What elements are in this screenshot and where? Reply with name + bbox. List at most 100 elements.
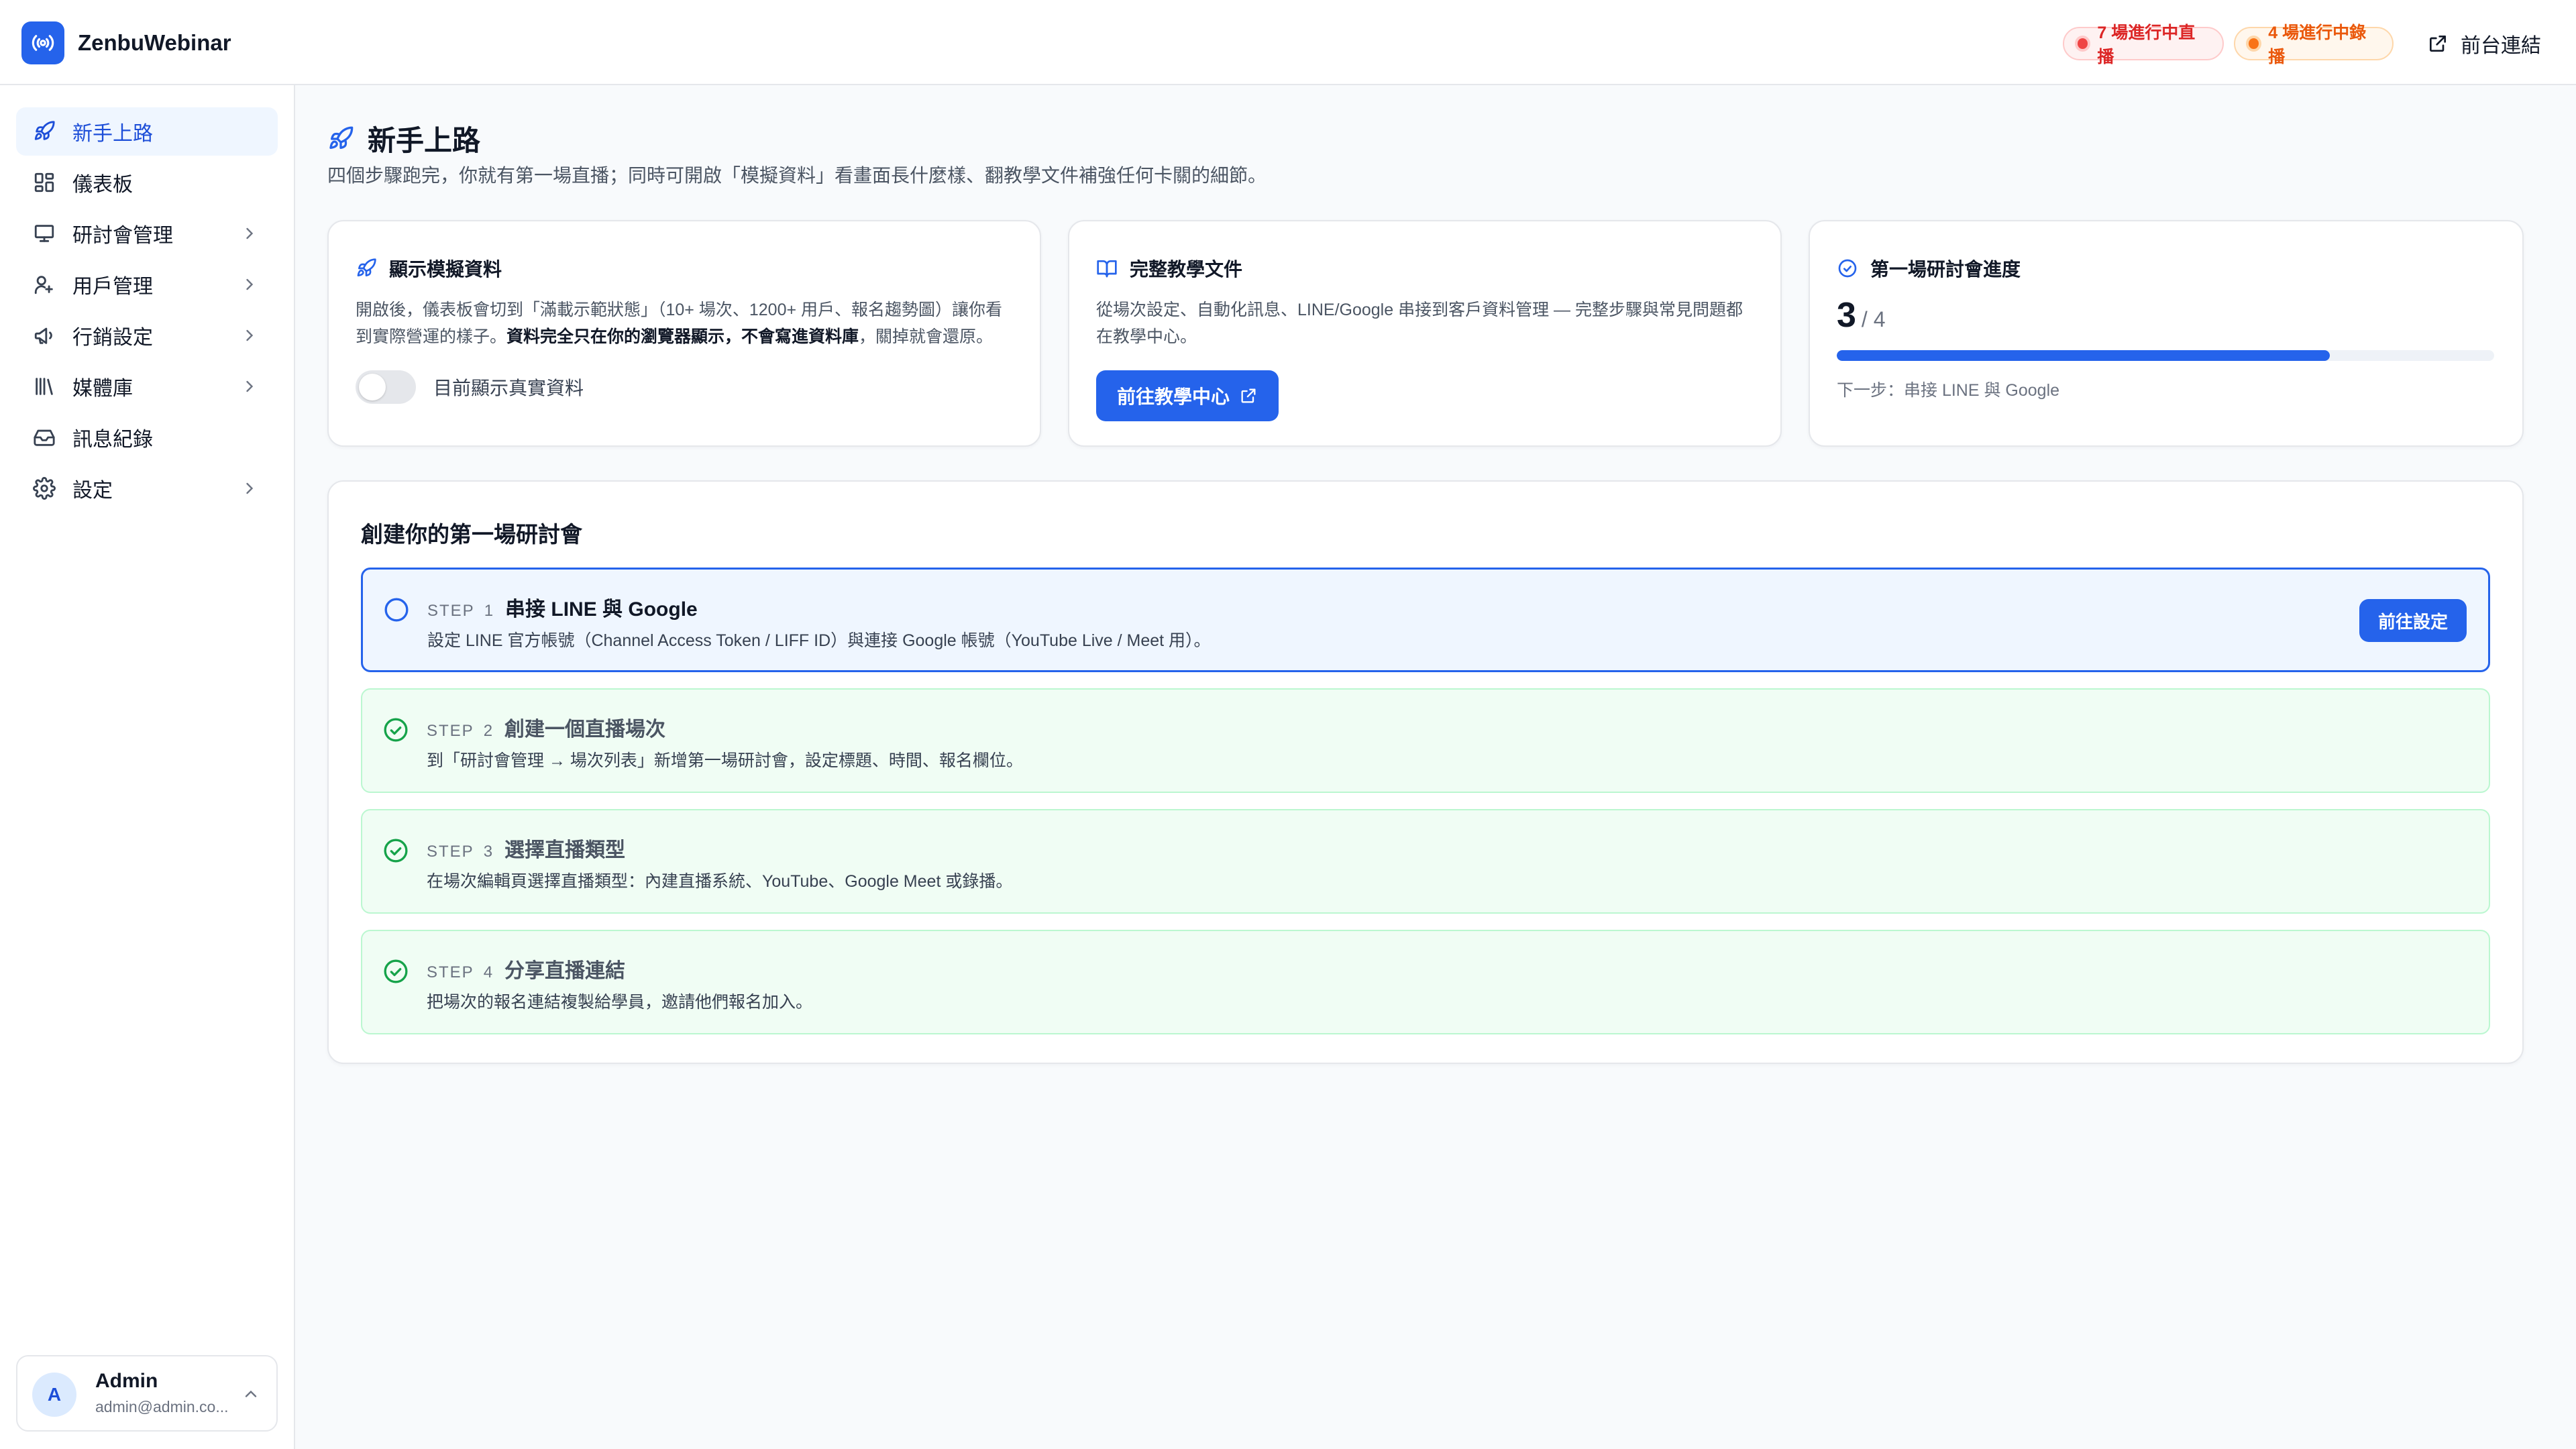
step-title: 串接 LINE 與 Google: [505, 598, 698, 621]
check-circle-icon: [384, 959, 408, 983]
step-number: 3: [483, 843, 493, 861]
front-link-label: 前台連結: [2461, 35, 2541, 57]
chevron-right-icon: [246, 482, 254, 494]
step-description: 設定 LINE 官方帳號（Channel Access Token / LIFF…: [427, 631, 1211, 650]
external-link-icon: [1241, 388, 1256, 403]
step-title: 創建一個直播場次: [504, 718, 666, 741]
step-header: STEP 2 創建一個直播場次: [427, 712, 665, 742]
progress-title: 第一場研討會進度: [1870, 259, 2021, 280]
library-icon: [32, 374, 56, 398]
user-menu[interactable]: A Admin admin@admin.co...: [16, 1355, 278, 1432]
sidebar-item-getting-started[interactable]: 新手上路: [16, 107, 278, 156]
step-word: STEP: [427, 843, 474, 861]
steps-section-title: 創建你的第一場研討會: [361, 522, 582, 547]
progress-count: 3/ 4: [1837, 295, 1886, 335]
step-word: STEP: [427, 722, 474, 740]
sidebar-item-user-management[interactable]: 用戶管理: [16, 260, 278, 309]
page-title: 新手上路: [327, 118, 480, 159]
step-title: 選擇直播類型: [504, 839, 626, 861]
user-email: admin@admin.co...: [95, 1398, 229, 1415]
page-title-text: 新手上路: [368, 125, 481, 156]
step-word: STEP: [427, 602, 475, 620]
presentation-icon: [32, 221, 56, 246]
top-bar: ZenbuWebinar 7 場進行中直播 4 場進行中錄播 前台連結: [0, 0, 2576, 85]
rocket-icon: [329, 126, 354, 149]
chevron-right-icon: [246, 329, 254, 341]
users-icon: [32, 272, 56, 297]
sidebar-item-label: 新手上路: [72, 123, 153, 145]
broadcast-logo-icon[interactable]: [21, 21, 64, 64]
docs-card: 完整教學文件 從場次設定、自動化訊息、LINE/Google 串接到客戶資料管理…: [1068, 220, 1782, 447]
sidebar-item-message-log[interactable]: 訊息紀錄: [16, 413, 278, 462]
progress-card-title: 第一場研討會進度: [1837, 255, 2021, 282]
go-to-settings-button[interactable]: 前往設定: [2359, 599, 2467, 642]
step-header: STEP 4 分享直播連結: [427, 954, 625, 983]
chevron-up-icon: [245, 1390, 257, 1397]
sidebar-item-media-library[interactable]: 媒體庫: [16, 362, 278, 411]
mock-data-toggle[interactable]: [356, 370, 416, 404]
sidebar-item-label: 用戶管理: [72, 276, 153, 298]
avatar: A: [32, 1373, 76, 1417]
docs-description: 從場次設定、自動化訊息、LINE/Google 串接到客戶資料管理 — 完整步驟…: [1096, 301, 1743, 346]
check-circle-icon: [1838, 259, 1857, 278]
mock-data-description: 開啟後，儀表板會切到「滿載示範狀態」（10+ 場次、1200+ 用戶、報名趨勢圖…: [356, 297, 1013, 350]
step-number: 1: [484, 602, 494, 620]
sidebar-item-label: 研討會管理: [72, 225, 173, 247]
sidebar-item-webinar-management[interactable]: 研討會管理: [16, 209, 278, 258]
mock-data-body-bold: 資料完全只在你的瀏覽器顯示，不會寫進資料庫: [506, 327, 859, 346]
live-badge-label: 7 場進行中直播: [2097, 23, 2196, 66]
sidebar-item-label: 設定: [72, 480, 113, 502]
rocket-icon: [357, 258, 376, 276]
chevron-right-icon: [246, 380, 254, 392]
mock-data-card-title: 顯示模擬資料: [356, 255, 502, 282]
sidebar-item-label: 媒體庫: [72, 378, 133, 400]
progress-card: 第一場研討會進度 3/ 4 下一步：串接 LINE 與 Google: [1809, 220, 2524, 447]
progress-bar-fill: [1837, 350, 2330, 361]
recording-badge-label: 4 場進行中錄播: [2268, 23, 2367, 66]
circle-outline-icon: [384, 598, 409, 622]
step-description: 到「研討會管理 → 場次列表」新增第一場研討會，設定標題、時間、報名欄位。: [427, 751, 1023, 770]
live-sessions-badge[interactable]: 7 場進行中直播: [2063, 23, 2224, 66]
chevron-right-icon: [246, 278, 254, 290]
mock-data-title: 顯示模擬資料: [389, 259, 502, 280]
check-circle-icon: [384, 718, 408, 742]
go-to-tutorial-center-button[interactable]: 前往教學中心: [1096, 370, 1279, 421]
progress-done: 3: [1837, 296, 1856, 335]
step-header: STEP 3 選擇直播類型: [427, 833, 625, 863]
megaphone-icon: [32, 323, 56, 347]
step-item[interactable]: STEP 2 創建一個直播場次 到「研討會管理 → 場次列表」新增第一場研討會，…: [361, 688, 2490, 793]
book-open-icon: [1097, 260, 1117, 278]
recording-dot-icon: [2249, 38, 2259, 49]
tutorial-button-label: 前往教學中心: [1116, 386, 1230, 407]
step-item[interactable]: STEP 1 串接 LINE 與 Google 設定 LINE 官方帳號（Cha…: [361, 568, 2490, 672]
step-item[interactable]: STEP 3 選擇直播類型 在場次編輯頁選擇直播類型：內建直播系統、YouTub…: [361, 809, 2490, 914]
steps-card: 創建你的第一場研討會 STEP 1 串接 LINE 與 Google 設定 LI…: [327, 480, 2524, 1064]
sidebar-item-label: 儀表板: [72, 174, 133, 196]
toggle-knob: [359, 374, 386, 400]
external-link-icon: [2430, 36, 2446, 52]
front-site-link[interactable]: 前台連結: [2427, 27, 2541, 60]
check-circle-icon: [384, 839, 408, 863]
mock-data-body-2: ，關掉就會還原。: [859, 327, 994, 346]
step-number: 2: [483, 722, 493, 740]
chevron-right-icon: [246, 227, 254, 239]
sidebar-item-settings[interactable]: 設定: [16, 464, 278, 513]
docs-card-title: 完整教學文件: [1096, 255, 1242, 282]
step-item[interactable]: STEP 4 分享直播連結 把場次的報名連結複製給學員，邀請他們報名加入。: [361, 930, 2490, 1034]
sidebar: 新手上路 儀表板 研討會管理 用戶管理 行銷設定 媒體庫 訊息紀錄 設定 A A…: [0, 85, 295, 1449]
progress-total: / 4: [1861, 307, 1886, 331]
gear-icon: [32, 476, 56, 500]
step-description: 把場次的報名連結複製給學員，邀請他們報名加入。: [427, 993, 813, 1012]
user-name: Admin: [95, 1370, 158, 1392]
live-dot-icon: [2078, 38, 2088, 49]
recording-sessions-badge[interactable]: 4 場進行中錄播: [2234, 23, 2394, 66]
mock-data-card: 顯示模擬資料 開啟後，儀表板會切到「滿載示範狀態」（10+ 場次、1200+ 用…: [327, 220, 1041, 447]
sidebar-item-label: 行銷設定: [72, 327, 153, 349]
brand-name[interactable]: ZenbuWebinar: [78, 27, 231, 59]
step-word: STEP: [427, 963, 474, 981]
sidebar-item-marketing-settings[interactable]: 行銷設定: [16, 311, 278, 360]
sidebar-item-dashboard[interactable]: 儀表板: [16, 158, 278, 207]
mock-data-toggle-label: 目前顯示真實資料: [433, 378, 584, 398]
page-subtitle: 四個步驟跑完，你就有第一場直播；同時可開啟「模擬資料」看畫面長什麼樣、翻教學文件…: [327, 165, 1267, 186]
docs-title: 完整教學文件: [1130, 259, 1243, 280]
